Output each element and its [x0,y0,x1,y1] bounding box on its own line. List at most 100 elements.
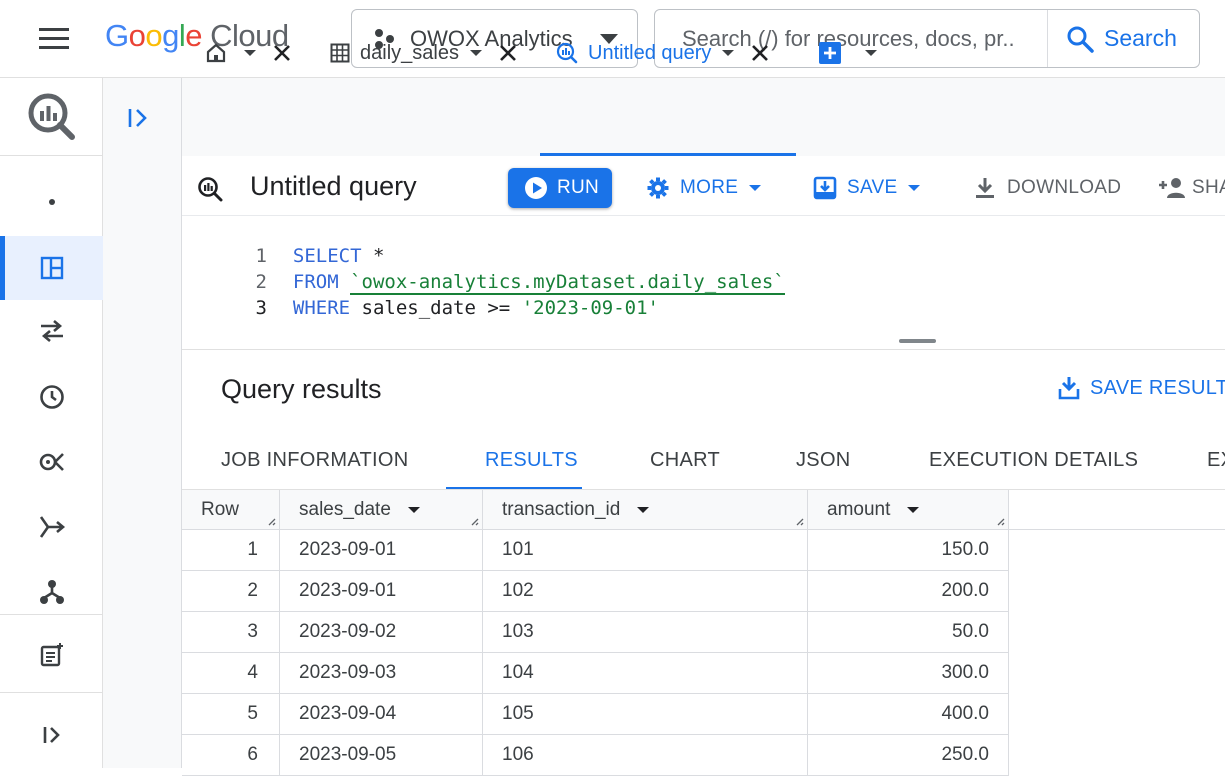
amount-cell[interactable]: 150.0 [808,530,1009,571]
transaction-id-cell[interactable]: 101 [483,530,808,571]
sales-date-cell[interactable]: 2023-09-03 [280,653,483,694]
code-line: 2 FROM `owox-analytics.myDataset.daily_sa… [182,243,785,295]
column-header-sales-date[interactable]: sales_date [280,490,483,530]
code-line: 1 SELECT * [182,217,384,267]
transaction-id-cell[interactable]: 105 [483,694,808,735]
save-button[interactable]: SAVE [813,168,921,208]
row-number-cell: 2 [182,571,280,612]
close-icon[interactable] [751,44,769,62]
run-button[interactable]: RUN [508,168,612,208]
column-header-transaction-id[interactable]: transaction_id [483,490,808,530]
close-icon[interactable] [499,44,517,62]
logo-google-text: Google [105,18,203,53]
sales-date-cell[interactable]: 2023-09-05 [280,735,483,776]
tab-home[interactable] [205,28,291,78]
chevron-down-icon[interactable] [636,505,650,515]
logo-letter: g [162,18,179,53]
tab-execution-graph[interactable]: EX [1207,449,1225,472]
clock-icon [39,385,64,409]
expand-explorer-button[interactable] [126,106,156,132]
tab-results[interactable]: RESULTS [485,449,578,472]
chevron-down-icon [908,185,921,191]
query-icon [556,42,578,64]
amount-cell[interactable]: 50.0 [808,612,1009,653]
bigquery-logo[interactable] [0,84,103,150]
column-resize-icon[interactable] [266,516,276,526]
column-header-amount[interactable]: amount [808,490,1009,530]
expand-icon [43,727,60,743]
row-number-cell: 4 [182,653,280,694]
column-resize-icon[interactable] [469,516,479,526]
rail-item-studio[interactable] [0,236,103,300]
rail-item-pipelines[interactable] [0,496,103,558]
main-menu-button[interactable] [36,24,72,54]
row-number-cell: 1 [182,530,280,571]
editor-gutter [269,297,270,319]
share-button[interactable]: SHA [1158,168,1225,208]
chevron-down-icon[interactable] [243,48,257,58]
tab-label: Untitled query [588,41,712,64]
close-icon[interactable] [273,44,291,62]
sql-string: '2023-09-01' [521,297,659,319]
column-header-label: Row [201,498,240,520]
add-icon [819,42,841,64]
new-tab-button[interactable] [818,28,878,78]
code-line: 3 WHERE sales_date >= '2023-09-01' [182,269,659,319]
expand-rail-button[interactable] [0,704,103,766]
sales-date-cell[interactable]: 2023-09-01 [280,530,483,571]
transaction-id-cell[interactable]: 103 [483,612,808,653]
chevron-down-icon[interactable] [864,48,878,58]
more-button-label: MORE [680,177,739,198]
pipeline-icon [39,516,65,538]
search-button[interactable]: Search [1047,10,1199,67]
transaction-id-cell[interactable]: 102 [483,571,808,612]
rail-divider [0,692,103,693]
rail-item-data-transfers[interactable] [0,300,103,362]
tab-json[interactable]: JSON [796,449,851,472]
expand-icon [128,109,147,127]
chevron-down-icon[interactable] [721,48,735,58]
column-resize-icon[interactable] [995,516,1005,526]
notes-icon [40,643,63,667]
download-button[interactable]: DOWNLOAD [973,168,1131,208]
transaction-id-cell[interactable]: 104 [483,653,808,694]
column-resize-icon[interactable] [794,516,804,526]
transaction-id-cell[interactable]: 106 [483,735,808,776]
table-header-filler [1009,490,1225,530]
logo-letter: o [128,18,146,53]
column-header-label: sales_date [299,498,391,520]
save-results-button[interactable]: SAVE RESULTS [1058,376,1225,400]
logo-letter: o [145,18,163,53]
tab-daily-sales[interactable]: daily_sales [330,28,517,78]
rail-item-scheduled-queries[interactable] [0,366,103,428]
download-icon [1058,377,1080,400]
more-button[interactable]: MORE [646,168,762,208]
tab-untitled-query[interactable]: Untitled query [556,28,769,78]
chevron-down-icon[interactable] [407,505,421,515]
tab-execution-details[interactable]: EXECUTION DETAILS [929,449,1138,472]
tab-job-information[interactable]: JOB INFORMATION [221,449,408,472]
sales-date-cell[interactable]: 2023-09-04 [280,694,483,735]
save-icon [813,176,837,200]
chevron-down-icon[interactable] [469,48,483,58]
sales-date-cell[interactable]: 2023-09-02 [280,612,483,653]
amount-cell[interactable]: 400.0 [808,694,1009,735]
logo-letter: e [185,18,203,53]
rail-item-analytics-hub[interactable] [0,431,103,493]
editor-resize-handle[interactable] [899,339,936,343]
save-button-label: SAVE [847,177,898,198]
query-icon [198,177,223,202]
query-results-title: Query results [221,374,382,404]
explorer-panel-collapsed [103,78,182,768]
chevron-down-icon[interactable] [906,505,920,515]
amount-cell[interactable]: 200.0 [808,571,1009,612]
sales-date-cell[interactable]: 2023-09-01 [280,571,483,612]
amount-cell[interactable]: 250.0 [808,735,1009,776]
dashboard-icon [40,256,63,280]
column-header-label: transaction_id [502,498,621,520]
amount-cell[interactable]: 300.0 [808,653,1009,694]
rail-item-release-notes[interactable] [0,624,103,686]
query-title[interactable]: Untitled query [250,171,417,202]
rail-item-dot[interactable] [0,171,103,233]
tab-chart[interactable]: CHART [650,449,720,472]
